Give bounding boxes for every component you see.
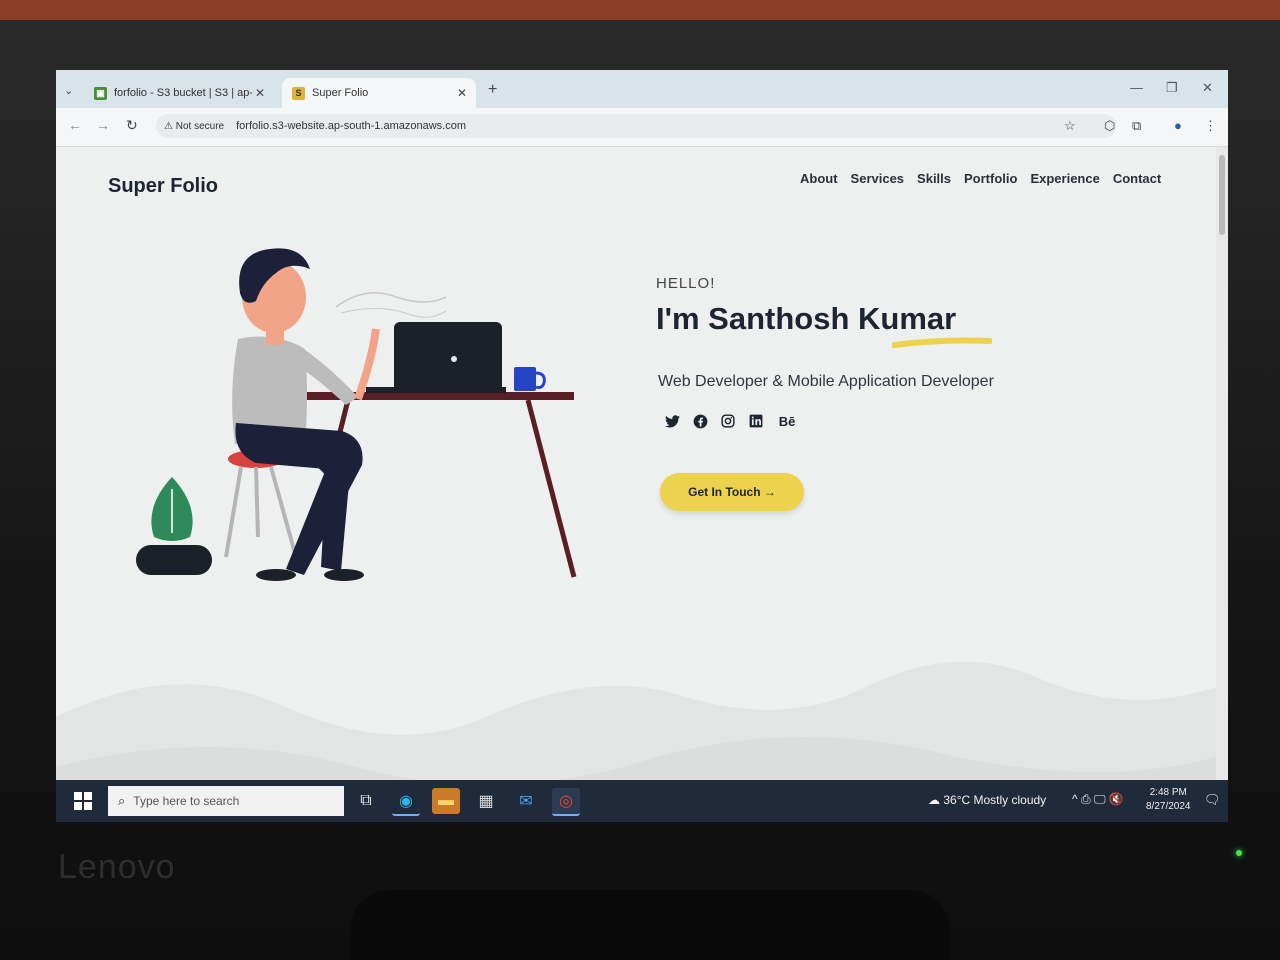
close-icon[interactable]: ✕ <box>252 86 268 100</box>
extension-shield-icon[interactable]: ⬡ <box>1104 118 1115 134</box>
nav-portfolio[interactable]: Portfolio <box>964 171 1017 186</box>
monitor-brand-logo: Lenovo <box>58 848 176 886</box>
weather-text: 36°C Mostly cloudy <box>943 793 1047 807</box>
tab-super-folio[interactable]: S Super Folio ✕ <box>282 78 476 108</box>
tab-strip: ⌄ ▣ forfolio - S3 bucket | S3 | ap-so ✕ … <box>56 70 1228 108</box>
tab-title: forfolio - S3 bucket | S3 | ap-so <box>114 87 252 99</box>
monitor-stand <box>350 890 950 960</box>
not-secure-label: Not secure <box>175 120 225 132</box>
browser-toolbar: ← → ↻ ⚠ Not secure forfolio.s3-website.a… <box>56 108 1228 147</box>
file-explorer-icon[interactable]: ▬ <box>432 788 460 814</box>
close-icon[interactable]: ✕ <box>454 86 470 100</box>
clock[interactable]: 2:48 PM 8/27/2024 <box>1146 786 1191 814</box>
meet-now-icon[interactable]: ⎙ <box>1081 792 1091 806</box>
nav-about[interactable]: About <box>800 171 838 186</box>
chevron-up-icon[interactable]: ^ <box>1072 792 1078 806</box>
task-view-icon[interactable]: ⧉ <box>352 788 380 814</box>
profile-icon[interactable]: ● <box>1174 118 1182 133</box>
forward-arrow-icon[interactable]: → <box>96 117 110 133</box>
menu-kebab-icon[interactable]: ⋮ <box>1204 118 1217 134</box>
new-tab-plus-icon[interactable]: + <box>488 81 497 99</box>
site-logo[interactable]: Super Folio <box>108 175 218 198</box>
nav-experience[interactable]: Experience <box>1030 171 1099 186</box>
hero-headline: I'm Santhosh Kumar <box>656 301 957 336</box>
site-favicon-icon: S <box>292 86 305 100</box>
search-icon: ⌕ <box>118 793 126 808</box>
window-close-icon[interactable]: ✕ <box>1202 80 1213 96</box>
nav-skills[interactable]: Skills <box>917 171 951 186</box>
extensions-puzzle-icon[interactable]: ⧉ <box>1132 118 1141 134</box>
linkedin-icon[interactable] <box>748 413 764 429</box>
reload-icon[interactable]: ↻ <box>126 117 138 134</box>
windows-taskbar: ⌕ Type here to search ⧉ ◉ ▬ ▦ ✉ ◎ ☁ 36°C… <box>56 780 1228 822</box>
minimize-icon[interactable]: — <box>1130 80 1143 95</box>
weather-widget[interactable]: ☁ 36°C Mostly cloudy <box>928 793 1046 807</box>
taskbar-search-box[interactable]: ⌕ Type here to search <box>108 786 344 816</box>
tab-title: Super Folio <box>312 87 369 99</box>
restore-icon[interactable]: ❐ <box>1166 80 1178 96</box>
chrome-icon[interactable]: ◎ <box>552 788 580 816</box>
background-wall <box>0 0 1280 20</box>
instagram-icon[interactable] <box>720 413 736 429</box>
url-text[interactable]: forfolio.s3-website.ap-south-1.amazonaws… <box>236 120 466 132</box>
tab-list-chevron-icon[interactable]: ⌄ <box>64 84 73 97</box>
screen: ⌄ ▣ forfolio - S3 bucket | S3 | ap-so ✕ … <box>56 70 1228 822</box>
greeting: HELLO! <box>656 275 716 292</box>
get-in-touch-button[interactable]: Get In Touch → <box>660 473 804 511</box>
twitter-icon[interactable] <box>664 413 680 429</box>
hero-subtitle: Web Developer & Mobile Application Devel… <box>658 373 994 390</box>
headline-underline <box>892 337 992 348</box>
windows-start-icon[interactable] <box>74 792 92 810</box>
nav-contact[interactable]: Contact <box>1113 171 1161 186</box>
developer-illustration <box>136 248 577 581</box>
microsoft-store-icon[interactable]: ▦ <box>472 788 500 814</box>
bookmark-star-icon[interactable]: ☆ <box>1064 118 1076 134</box>
main-nav: About Services Skills Portfolio Experien… <box>800 171 1161 186</box>
address-bar[interactable]: ⚠ Not secure forfolio.s3-website.ap-sout… <box>156 114 1116 138</box>
mail-icon[interactable]: ✉ <box>512 788 540 814</box>
facebook-icon[interactable] <box>692 413 708 429</box>
s3-icon: ▣ <box>94 86 107 100</box>
network-icon[interactable]: 🖵 <box>1094 792 1106 806</box>
clock-date: 8/27/2024 <box>1146 801 1191 812</box>
tab-s3-bucket[interactable]: ▣ forfolio - S3 bucket | S3 | ap-so ✕ <box>84 78 274 108</box>
nav-services[interactable]: Services <box>851 171 905 186</box>
edge-browser-icon[interactable]: ◉ <box>392 788 420 816</box>
behance-icon[interactable]: Bē <box>776 413 798 429</box>
back-arrow-icon[interactable]: ← <box>68 117 82 133</box>
not-secure-badge[interactable]: ⚠ Not secure <box>164 121 224 132</box>
notification-center-icon[interactable]: 🗨 <box>1204 792 1221 808</box>
system-tray[interactable]: ^ ⎙ 🖵 🔇 <box>1072 792 1124 807</box>
scrollbar-thumb[interactable] <box>1219 155 1225 235</box>
page-scrollbar[interactable] <box>1216 147 1228 822</box>
power-led <box>1236 850 1242 856</box>
volume-muted-icon[interactable]: 🔇 <box>1109 792 1124 806</box>
taskbar-search-placeholder: Type here to search <box>133 794 240 808</box>
social-links: Bē <box>664 413 798 429</box>
clock-time: 2:48 PM <box>1149 787 1187 798</box>
web-page: Super Folio About Services Skills Portfo… <box>56 147 1216 822</box>
